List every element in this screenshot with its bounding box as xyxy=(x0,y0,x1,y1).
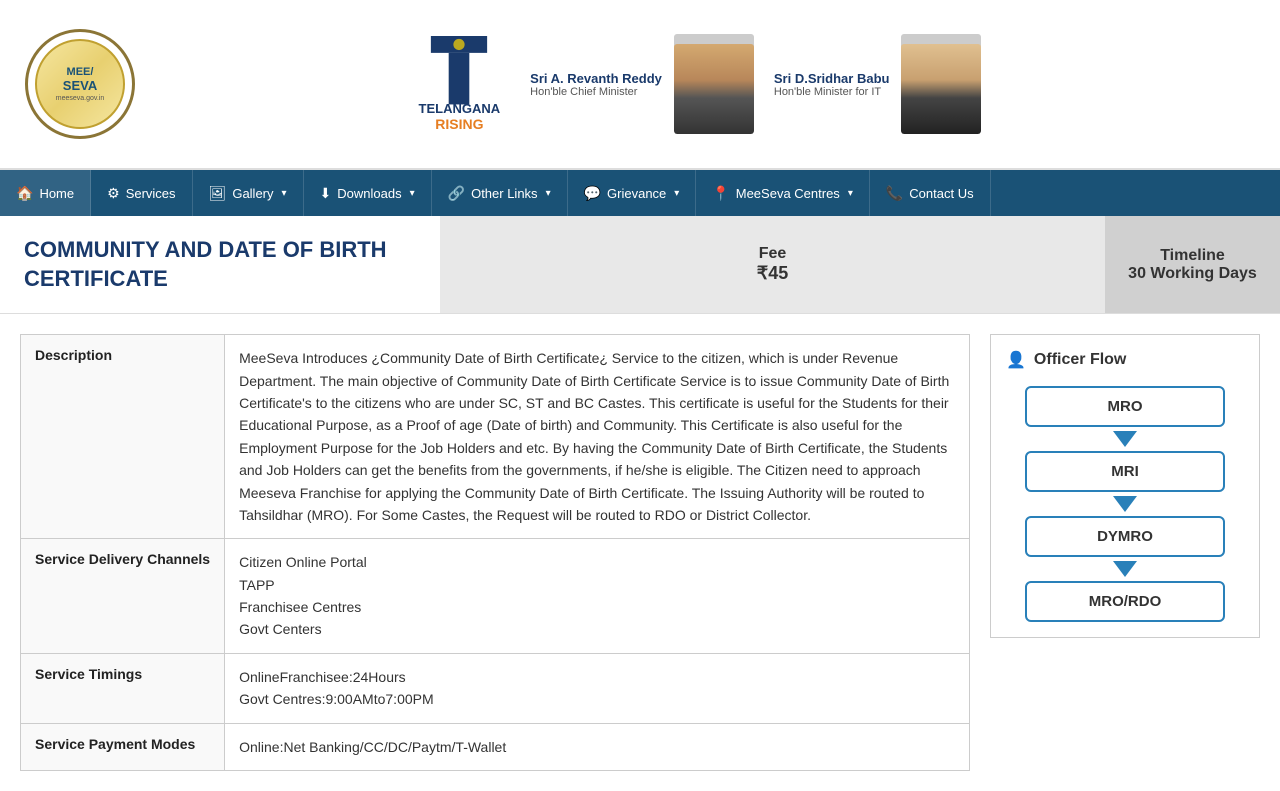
ministers-section: Sri A. Revanth Reddy Hon'ble Chief Minis… xyxy=(530,34,981,134)
delivery-row: Service Delivery Channels Citizen Online… xyxy=(21,539,970,654)
delivery-value: Citizen Online Portal TAPP Franchisee Ce… xyxy=(225,539,970,654)
grievance-arrow: ▾ xyxy=(674,188,679,199)
officer-flow-panel: 👤 Officer Flow MRO MRI DYMRO MRO/RDO xyxy=(990,334,1260,638)
payment-label: Service Payment Modes xyxy=(21,723,225,770)
flow-step-1: MRO xyxy=(1006,386,1244,451)
delivery-channel-2: TAPP xyxy=(239,574,955,596)
timing-1: OnlineFranchisee:24Hours xyxy=(239,666,955,688)
nav-downloads[interactable]: ⬇ Downloads ▾ xyxy=(304,170,432,216)
content-body: Description MeeSeva Introduces ¿Communit… xyxy=(0,314,1280,791)
gallery-arrow: ▾ xyxy=(282,188,287,199)
description-label: Description xyxy=(21,335,225,539)
minister-2: Sri D.Sridhar Babu Hon'ble Minister for … xyxy=(774,34,982,134)
fee-label: Fee xyxy=(759,245,787,263)
payment-value: Online:Net Banking/CC/DC/Paytm/T-Wallet xyxy=(225,723,970,770)
flow-arrow-3 xyxy=(1113,561,1137,577)
flow-step-2: MRI xyxy=(1006,451,1244,516)
page-title: COMMUNITY AND DATE OF BIRTH CERTIFICATE xyxy=(24,236,416,293)
timings-label: Service Timings xyxy=(21,653,225,723)
description-row: Description MeeSeva Introduces ¿Communit… xyxy=(21,335,970,539)
nav-services[interactable]: ⚙ Services xyxy=(91,170,192,216)
officer-flow-title: 👤 Officer Flow xyxy=(1006,350,1244,370)
page-header: COMMUNITY AND DATE OF BIRTH CERTIFICATE … xyxy=(0,216,1280,314)
nav-contact-us[interactable]: 📞 Contact Us xyxy=(870,170,991,216)
minister-2-text: Sri D.Sridhar Babu Hon'ble Minister for … xyxy=(774,71,890,98)
flow-step-3: DYMRO xyxy=(1006,516,1244,581)
minister-2-title: Hon'ble Minister for IT xyxy=(774,86,890,98)
t-logo-shape xyxy=(429,36,489,111)
rising-label: RISING xyxy=(419,116,501,132)
logo-mee-text: MEE/ xyxy=(67,66,94,78)
nav-other-links-label: Other Links xyxy=(471,186,537,201)
downloads-icon: ⬇ xyxy=(320,185,332,202)
minister-1-name: Sri A. Revanth Reddy xyxy=(530,71,662,86)
home-icon: 🏠 xyxy=(16,185,33,202)
other-links-icon: 🔗 xyxy=(448,185,465,202)
nav-home[interactable]: 🏠 Home xyxy=(0,170,91,216)
nav-grievance-label: Grievance xyxy=(607,186,666,201)
site-header: MEE/ SEVA meeseva.gov.in TELANGANA RISIN… xyxy=(0,0,1280,170)
meeseva-arrow: ▾ xyxy=(848,188,853,199)
nav-contact-label: Contact Us xyxy=(909,186,973,201)
delivery-label: Service Delivery Channels xyxy=(21,539,225,654)
timeline-value: 30 Working Days xyxy=(1128,265,1257,283)
meeseva-centres-icon: 📍 xyxy=(712,185,729,202)
flow-arrow-2 xyxy=(1113,496,1137,512)
logo-seva-text: SEVA xyxy=(63,78,97,93)
officer-flow-icon: 👤 xyxy=(1006,350,1026,370)
minister-2-name: Sri D.Sridhar Babu xyxy=(774,71,890,86)
nav-services-label: Services xyxy=(126,186,176,201)
nav-home-label: Home xyxy=(39,186,74,201)
fee-amount: ₹45 xyxy=(757,263,788,284)
nav-downloads-label: Downloads xyxy=(337,186,401,201)
flow-box-mri: MRI xyxy=(1025,451,1225,492)
payment-row: Service Payment Modes Online:Net Banking… xyxy=(21,723,970,770)
delivery-channel-1: Citizen Online Portal xyxy=(239,551,955,573)
timeline-label: Timeline xyxy=(1160,247,1225,265)
main-nav: 🏠 Home ⚙ Services 🖼 Gallery ▾ ⬇ Download… xyxy=(0,170,1280,216)
timeline-section: Timeline 30 Working Days xyxy=(1105,216,1280,313)
minister-1-text: Sri A. Revanth Reddy Hon'ble Chief Minis… xyxy=(530,71,662,98)
grievance-icon: 💬 xyxy=(584,185,601,202)
contact-icon: 📞 xyxy=(886,185,903,202)
timings-row: Service Timings OnlineFranchisee:24Hours… xyxy=(21,653,970,723)
nav-other-links[interactable]: 🔗 Other Links ▾ xyxy=(432,170,568,216)
gallery-icon: 🖼 xyxy=(209,185,227,202)
other-links-arrow: ▾ xyxy=(546,188,551,199)
minister-1-avatar xyxy=(674,34,754,134)
description-value: MeeSeva Introduces ¿Community Date of Bi… xyxy=(225,335,970,539)
flow-arrow-1 xyxy=(1113,431,1137,447)
nav-meeseva-centres[interactable]: 📍 MeeSeva Centres ▾ xyxy=(696,170,870,216)
nav-gallery-label: Gallery xyxy=(232,186,273,201)
nav-gallery[interactable]: 🖼 Gallery ▾ xyxy=(193,170,304,216)
header-center: TELANGANA RISING Sri A. Revanth Reddy Ho… xyxy=(140,34,1260,134)
services-icon: ⚙ xyxy=(107,185,120,202)
telangana-logo: TELANGANA RISING xyxy=(419,36,501,132)
flow-box-mro-rdo: MRO/RDO xyxy=(1025,581,1225,622)
officer-flow-label: Officer Flow xyxy=(1034,351,1126,369)
downloads-arrow: ▾ xyxy=(410,188,415,199)
delivery-channel-3: Franchisee Centres xyxy=(239,596,955,618)
minister-1-title: Hon'ble Chief Minister xyxy=(530,86,662,98)
delivery-channel-4: Govt Centers xyxy=(239,618,955,640)
site-logo: MEE/ SEVA meeseva.gov.in xyxy=(20,29,140,139)
page-title-section: COMMUNITY AND DATE OF BIRTH CERTIFICATE xyxy=(0,216,440,313)
nav-meeseva-centres-label: MeeSeva Centres xyxy=(736,186,840,201)
logo-url: meeseva.gov.in xyxy=(56,95,105,102)
telangana-label: TELANGANA xyxy=(419,101,501,116)
nav-grievance[interactable]: 💬 Grievance ▾ xyxy=(568,170,697,216)
minister-1: Sri A. Revanth Reddy Hon'ble Chief Minis… xyxy=(530,34,754,134)
flow-box-dymro: DYMRO xyxy=(1025,516,1225,557)
flow-step-4: MRO/RDO xyxy=(1006,581,1244,622)
flow-box-mro: MRO xyxy=(1025,386,1225,427)
service-table: Description MeeSeva Introduces ¿Communit… xyxy=(20,334,970,771)
timings-value: OnlineFranchisee:24Hours Govt Centres:9:… xyxy=(225,653,970,723)
timing-2: Govt Centres:9:00AMto7:00PM xyxy=(239,688,955,710)
fee-section: Fee ₹45 xyxy=(440,216,1105,313)
minister-2-avatar xyxy=(901,34,981,134)
